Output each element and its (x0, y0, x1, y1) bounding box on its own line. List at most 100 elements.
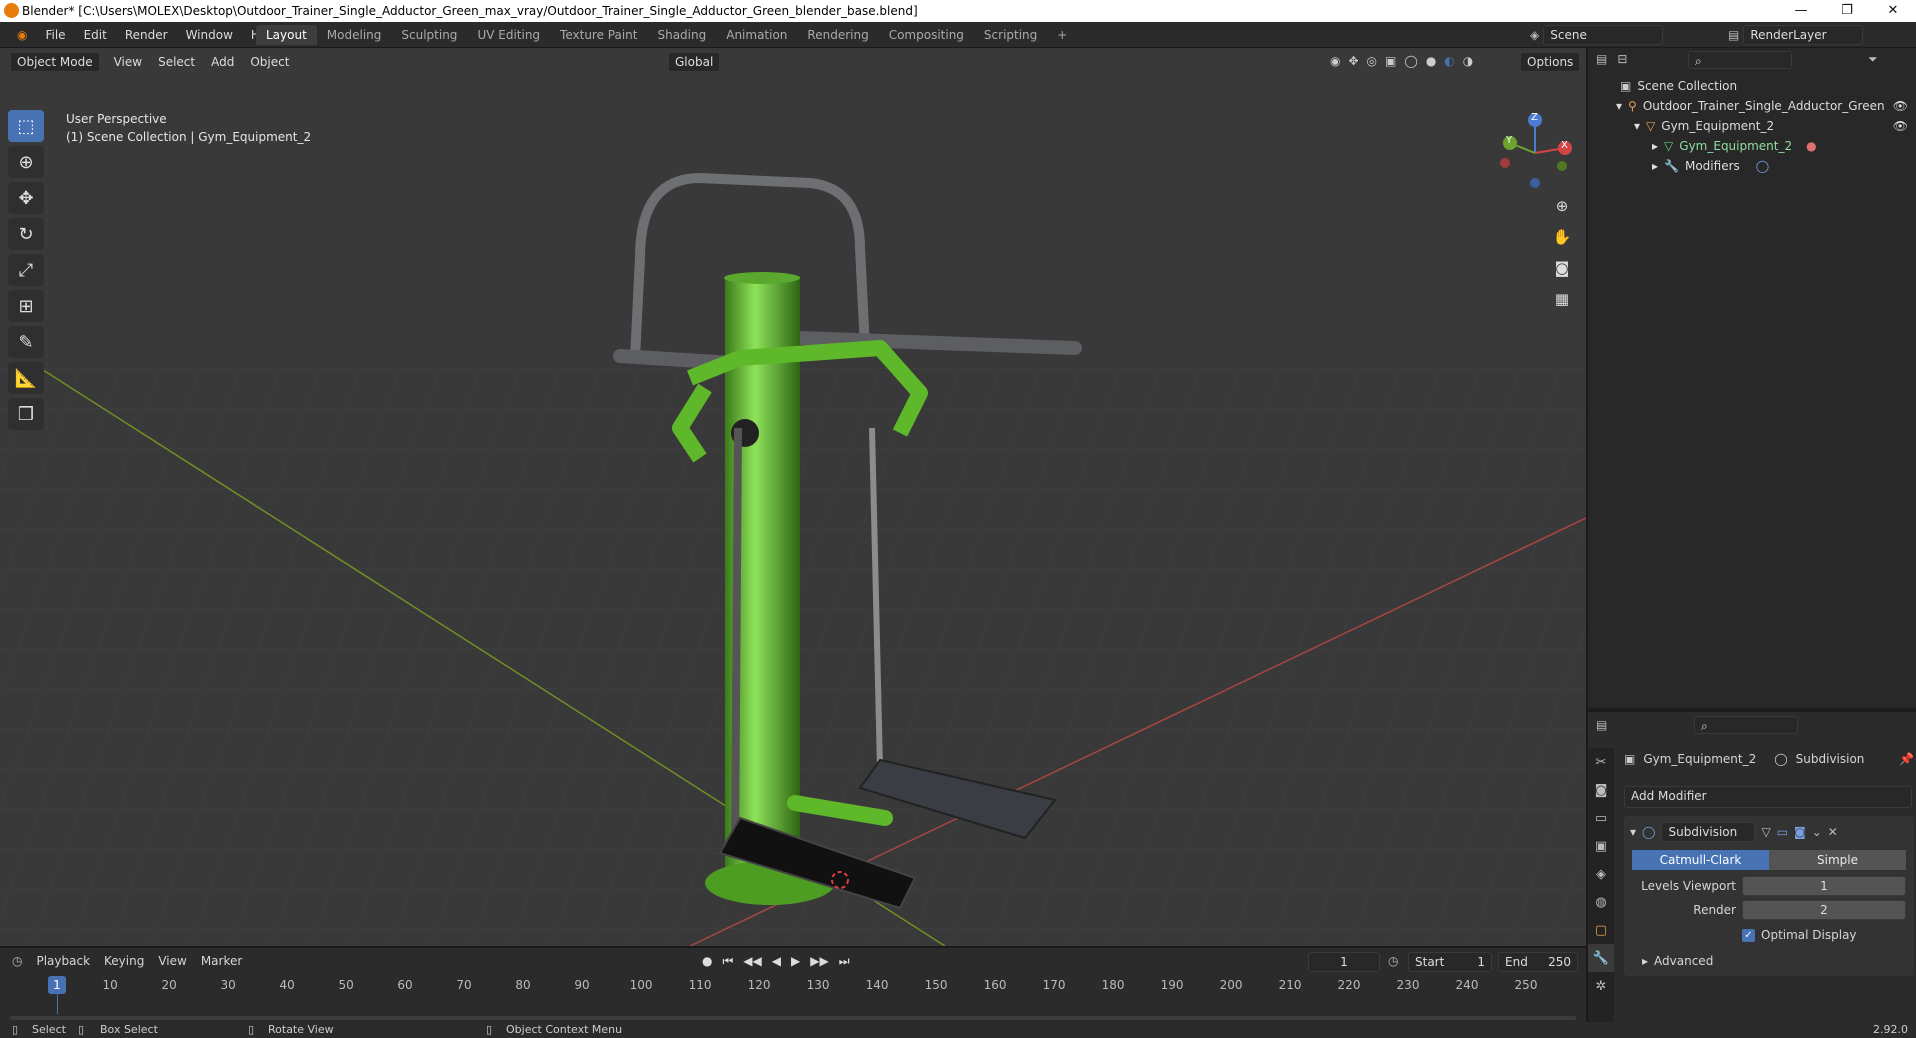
modifier-tab-icon[interactable]: 🔧 (1588, 944, 1614, 972)
transform-orientation-dropdown[interactable]: Global (668, 52, 721, 72)
properties-search-input[interactable]: ⌕ (1694, 716, 1798, 734)
menu-file[interactable]: File (36, 26, 74, 44)
add-cube-tool[interactable]: ❒ (8, 398, 44, 430)
tab-sculpting[interactable]: Sculpting (391, 25, 467, 45)
frame-tick-label: 50 (338, 978, 354, 992)
expand-chevron-icon[interactable]: ▾ (1616, 99, 1622, 113)
tool-tab-icon[interactable]: ✂ (1588, 748, 1614, 776)
modifier-name-field[interactable]: Subdivision (1661, 822, 1756, 842)
viewport-header: Object Mode View Select Add Object Globa… (0, 48, 1586, 76)
options-dropdown[interactable]: Options (1520, 52, 1581, 72)
menu-window[interactable]: Window (177, 26, 242, 44)
gizmo-toggle-icon[interactable]: ✥ (1348, 54, 1358, 68)
scene-tab-icon[interactable]: ◈ (1588, 860, 1614, 888)
outliner-item-label: Gym_Equipment_2 (1679, 139, 1793, 153)
measure-tool[interactable]: 📐 (8, 362, 44, 394)
tab-scripting[interactable]: Scripting (974, 25, 1047, 45)
scene-field[interactable]: Scene (1543, 25, 1664, 45)
outliner-row-scene-collection[interactable]: ▣ Scene Collection (1588, 76, 1916, 96)
filter-icon[interactable]: ⏷ (1868, 52, 1878, 67)
blender-menu-icon[interactable]: ◉ (8, 26, 36, 44)
select-box-tool[interactable]: ⬚ (8, 110, 44, 142)
render-toggle-icon[interactable]: ◙ (1794, 825, 1806, 839)
add-workspace-button[interactable]: + (1047, 25, 1077, 45)
simple-button[interactable]: Simple (1769, 850, 1906, 870)
viewport-menu-select[interactable]: Select (158, 55, 195, 69)
remove-modifier-icon[interactable]: ✕ (1828, 825, 1838, 839)
eye-visibility-icon[interactable]: 👁 (1893, 119, 1908, 133)
scale-tool[interactable]: ⤢ (8, 254, 44, 286)
move-tool[interactable]: ✥ (8, 182, 44, 214)
pan-hand-icon[interactable]: ✋ (1548, 223, 1576, 251)
outliner-row-object[interactable]: ▾ ▽ Gym_Equipment_2 👁 (1588, 116, 1916, 136)
tab-uv-editing[interactable]: UV Editing (467, 25, 550, 45)
camera-view-icon[interactable]: ◙ (1548, 254, 1576, 282)
status-context-menu: Object Context Menu (506, 1023, 623, 1036)
xray-icon[interactable]: ▣ (1385, 54, 1396, 68)
menu-render[interactable]: Render (116, 26, 177, 44)
annotate-tool[interactable]: ✎ (8, 326, 44, 358)
collapse-chevron-icon[interactable]: ▾ (1630, 825, 1636, 839)
rendered-shading-icon[interactable]: ◑ (1463, 54, 1473, 68)
optimal-display-checkbox[interactable]: ✓ (1742, 928, 1755, 942)
viewport-menu-view[interactable]: View (114, 55, 142, 69)
view-layer-tab-icon[interactable]: ▣ (1588, 832, 1614, 860)
outliner-row-modifiers[interactable]: ▸ 🔧 Modifiers ◯ (1588, 156, 1916, 176)
viewport-menu-object[interactable]: Object (250, 55, 289, 69)
world-tab-icon[interactable]: ◍ (1588, 888, 1614, 916)
edit-mode-toggle-icon[interactable]: ▽ (1761, 825, 1770, 839)
tab-modeling[interactable]: Modeling (317, 25, 392, 45)
tab-shading[interactable]: Shading (647, 25, 716, 45)
advanced-section-label[interactable]: Advanced (1654, 954, 1713, 968)
menu-edit[interactable]: Edit (75, 26, 116, 44)
ortho-grid-icon[interactable]: ▦ (1548, 285, 1576, 313)
visibility-icon[interactable]: ◉ (1330, 54, 1340, 68)
editor-type-icon[interactable]: ▤ (1596, 52, 1607, 66)
properties-editor-icon[interactable]: ▤ (1596, 718, 1607, 732)
modifier-menu-icon[interactable]: ⌄ (1812, 825, 1822, 839)
catmull-clark-button[interactable]: Catmull-Clark (1632, 850, 1769, 870)
expand-chevron-icon[interactable]: ▸ (1652, 159, 1658, 173)
cursor-tool[interactable]: ⊕ (8, 146, 44, 178)
eye-visibility-icon[interactable]: 👁 (1893, 99, 1908, 113)
properties-object-label: Gym_Equipment_2 (1643, 752, 1757, 766)
object-tab-icon[interactable]: ▢ (1588, 916, 1614, 944)
add-modifier-dropdown[interactable]: Add Modifier (1624, 786, 1912, 808)
expand-chevron-icon[interactable]: ▸ (1652, 139, 1658, 153)
expand-chevron-icon[interactable]: ▾ (1634, 119, 1640, 133)
timeline-scrollbar[interactable] (10, 1016, 1576, 1020)
frame-ruler[interactable]: 1 10 20 30 40 50 60 70 80 90 100 110 120 130 140 150 160… (0, 948, 1586, 1024)
tab-layout[interactable]: Layout (256, 25, 317, 45)
tab-animation[interactable]: Animation (716, 25, 797, 45)
expand-chevron-icon[interactable]: ▸ (1642, 954, 1648, 968)
render-layer-field[interactable]: RenderLayer (1743, 25, 1864, 45)
viewport-menu-add[interactable]: Add (211, 55, 234, 69)
tab-texture-paint[interactable]: Texture Paint (550, 25, 647, 45)
outliner-row-collection[interactable]: ▾ ⚲ Outdoor_Trainer_Single_Adductor_Gree… (1588, 96, 1916, 116)
render-levels-field[interactable]: 2 (1742, 900, 1906, 920)
pin-icon[interactable]: 📌 (1899, 752, 1914, 766)
maximize-button[interactable]: ❐ (1824, 0, 1870, 22)
tab-rendering[interactable]: Rendering (797, 25, 878, 45)
display-mode-icon[interactable]: ⊟ (1617, 52, 1627, 66)
mode-dropdown[interactable]: Object Mode (10, 52, 100, 72)
tab-compositing[interactable]: Compositing (879, 25, 974, 45)
viewport-toggle-icon[interactable]: ▭ (1777, 825, 1788, 839)
solid-shading-icon[interactable]: ● (1426, 54, 1436, 68)
render-tab-icon[interactable]: ◙ (1588, 776, 1614, 804)
zoom-icon[interactable]: ⊕ (1548, 192, 1576, 220)
rotate-tool[interactable]: ↻ (8, 218, 44, 250)
3d-viewport[interactable] (0, 48, 1586, 946)
material-shading-icon[interactable]: ◐ (1444, 54, 1454, 68)
outliner-search-input[interactable]: ⌕ (1688, 51, 1792, 69)
outliner-row-mesh[interactable]: ▸ ▽ Gym_Equipment_2 ● (1588, 136, 1916, 156)
levels-viewport-field[interactable]: 1 (1742, 876, 1906, 896)
navigation-gizmo[interactable]: Z Y X (1490, 108, 1580, 198)
particles-tab-icon[interactable]: ✲ (1588, 972, 1614, 1000)
wireframe-shading-icon[interactable]: ◯ (1404, 54, 1417, 68)
minimize-button[interactable]: — (1778, 0, 1824, 22)
output-tab-icon[interactable]: ▭ (1588, 804, 1614, 832)
overlay-toggle-icon[interactable]: ◎ (1367, 54, 1377, 68)
transform-tool[interactable]: ⊞ (8, 290, 44, 322)
close-button[interactable]: ✕ (1870, 0, 1916, 22)
